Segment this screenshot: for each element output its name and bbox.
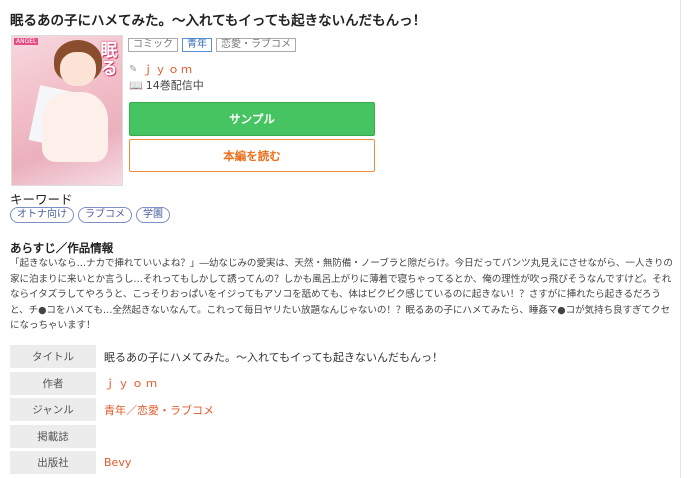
cover-image[interactable]: ANGEL 眠る — [11, 35, 123, 186]
volumes-text: 14巻配信中 — [145, 79, 204, 92]
genre-tags: コミック 青年 恋愛・ラブコメ — [128, 38, 296, 52]
synopsis-text: 「起きないなら…ナカで挿れていいよね？」―幼なじみの愛実は、天然・無防備・ノーブ… — [10, 258, 673, 331]
info-row-author: 作者 ｊｙｏｍ — [10, 371, 443, 395]
detail-page: 眠るあの子にハメてみた。～入れてもイっても起きないんだもんっ！ ANGEL 眠る… — [0, 0, 681, 478]
author-line: ✎ ｊｙｏｍ — [129, 61, 194, 77]
cover-title-art: 眠る — [100, 41, 118, 79]
keyword-list: オトナ向け ラブコメ 学園 — [10, 207, 170, 223]
keyword-school[interactable]: 学園 — [136, 207, 170, 223]
info-row-publisher: 出版社 Bevy — [10, 451, 443, 474]
author-link[interactable]: ｊｙｏｍ — [142, 61, 194, 77]
pen-icon: ✎ — [129, 64, 138, 75]
info-value-genre[interactable]: 青年／恋愛・ラブコメ — [104, 402, 214, 418]
volumes-line: 📖 14巻配信中 — [129, 77, 204, 93]
keyword-lovecome[interactable]: ラブコメ — [78, 207, 132, 223]
info-label-genre: ジャンル — [10, 398, 96, 421]
info-value-author[interactable]: ｊｙｏｍ — [104, 375, 160, 391]
keywords-heading: キーワード — [10, 192, 73, 207]
info-label-author: 作者 — [10, 371, 96, 395]
info-row-title: タイトル 眠るあの子にハメてみた。～入れてもイっても起きないんだもんっ！ — [10, 345, 443, 368]
publisher-logo: ANGEL — [14, 38, 39, 45]
sample-button[interactable]: サンプル — [129, 102, 375, 136]
info-row-genre: ジャンル 青年／恋愛・ラブコメ — [10, 398, 443, 421]
book-icon: 📖 — [129, 78, 143, 92]
read-button[interactable]: 本編を読む — [129, 139, 375, 172]
info-table: タイトル 眠るあの子にハメてみた。～入れてもイっても起きないんだもんっ！ 作者 … — [10, 345, 443, 478]
info-label-publisher: 出版社 — [10, 451, 96, 474]
page-title: 眠るあの子にハメてみた。～入れてもイっても起きないんだもんっ！ — [10, 13, 427, 29]
info-value-title: 眠るあの子にハメてみた。～入れてもイっても起きないんだもんっ！ — [104, 350, 444, 364]
tag-romance[interactable]: 恋愛・ラブコメ — [216, 38, 296, 52]
tag-seinen[interactable]: 青年 — [182, 38, 212, 52]
tag-comic[interactable]: コミック — [128, 38, 178, 52]
info-row-magazine: 掲載誌 — [10, 424, 443, 448]
synopsis-heading: あらすじ／作品情報 — [10, 241, 114, 255]
info-label-title: タイトル — [10, 345, 96, 368]
info-label-magazine: 掲載誌 — [10, 424, 96, 448]
keyword-adult[interactable]: オトナ向け — [10, 207, 74, 223]
info-value-publisher[interactable]: Bevy — [104, 456, 131, 469]
